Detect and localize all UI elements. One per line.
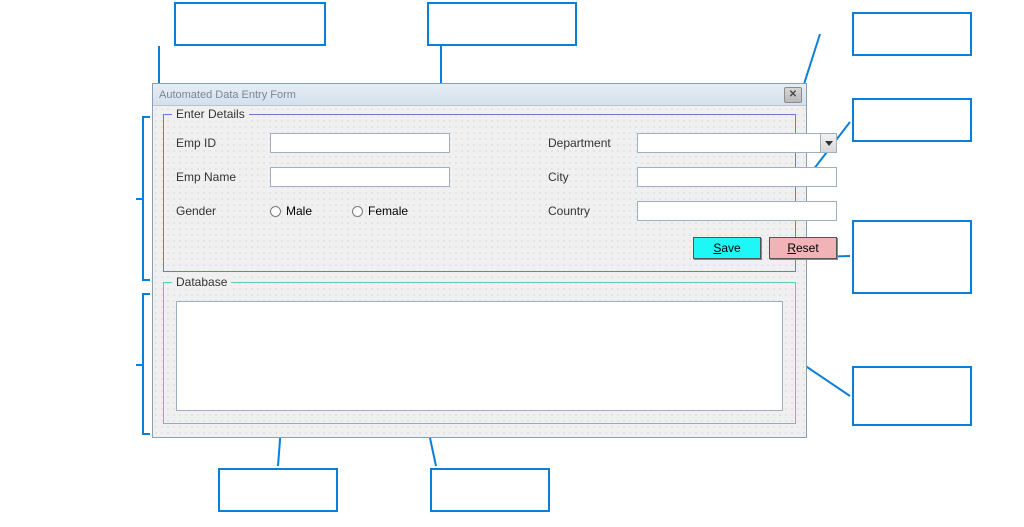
department-input[interactable] <box>637 133 837 153</box>
close-button[interactable]: ✕ <box>784 87 802 103</box>
window-body: Enter Details Emp ID Department Emp Name <box>153 106 806 437</box>
userform-window: Automated Data Entry Form ✕ Enter Detail… <box>152 83 807 438</box>
window-title: Automated Data Entry Form <box>159 89 296 101</box>
gender-female-radio[interactable]: Female <box>352 204 408 218</box>
radio-icon <box>270 206 281 217</box>
callout-box <box>852 98 972 142</box>
enter-details-legend: Enter Details <box>172 107 249 121</box>
reset-button[interactable]: Reset <box>769 237 837 259</box>
department-combobox[interactable] <box>637 133 837 153</box>
callout-box <box>852 366 972 426</box>
database-legend: Database <box>172 275 231 289</box>
callout-box <box>218 468 338 512</box>
gender-male-label: Male <box>286 204 312 218</box>
country-input[interactable] <box>637 201 837 221</box>
database-listbox[interactable] <box>176 301 783 411</box>
radio-icon <box>352 206 363 217</box>
callout-box <box>174 2 326 46</box>
gender-female-label: Female <box>368 204 408 218</box>
close-icon: ✕ <box>789 89 797 100</box>
city-label: City <box>548 170 623 184</box>
callout-line <box>136 198 144 200</box>
callout-line <box>158 46 160 86</box>
callout-box <box>430 468 550 512</box>
titlebar: Automated Data Entry Form ✕ <box>153 84 806 106</box>
emp-id-label: Emp ID <box>176 136 256 150</box>
callout-box <box>852 220 972 294</box>
save-button-label: Save <box>713 241 740 255</box>
callout-box <box>427 2 577 46</box>
save-button[interactable]: Save <box>693 237 761 259</box>
emp-name-label: Emp Name <box>176 170 256 184</box>
department-label: Department <box>548 136 623 150</box>
callout-line <box>136 364 144 366</box>
callout-box <box>852 12 972 56</box>
city-input[interactable] <box>637 167 837 187</box>
gender-male-radio[interactable]: Male <box>270 204 312 218</box>
form-grid: Emp ID Department Emp Name City Gender <box>176 133 783 259</box>
enter-details-frame: Enter Details Emp ID Department Emp Name <box>163 114 796 272</box>
database-frame: Database <box>163 282 796 424</box>
country-label: Country <box>548 204 623 218</box>
reset-button-label: Reset <box>787 241 818 255</box>
emp-name-input[interactable] <box>270 167 450 187</box>
dropdown-arrow-icon[interactable] <box>820 134 836 152</box>
emp-id-input[interactable] <box>270 133 450 153</box>
gender-label: Gender <box>176 204 256 218</box>
